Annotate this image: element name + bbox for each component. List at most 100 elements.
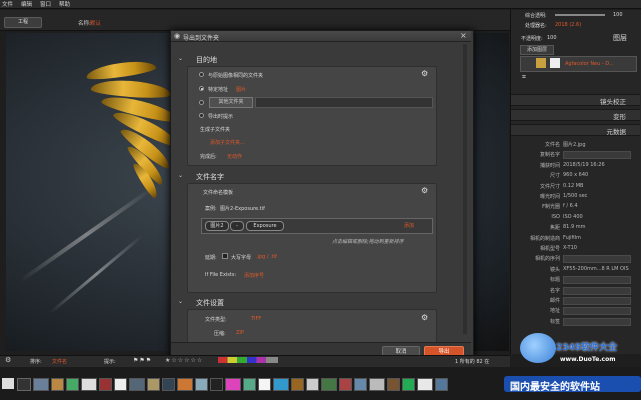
name-dropdown[interactable]: 默认 xyxy=(90,19,101,27)
token-filename[interactable]: 图片2 xyxy=(205,221,229,231)
filmstrip-thumbnail[interactable] xyxy=(273,378,289,391)
metadata-value[interactable]: Fujifilm xyxy=(563,235,581,241)
metadata-label: ISO xyxy=(551,213,560,220)
metadata-value[interactable]: 1/500 sec xyxy=(563,193,587,199)
metadata-header[interactable]: 元数据 xyxy=(511,124,640,136)
menu-help[interactable]: 帮助 xyxy=(59,0,70,8)
metadata-value[interactable] xyxy=(563,286,631,295)
destination-title: 目的地 xyxy=(196,56,217,64)
filmstrip-thumbnail[interactable] xyxy=(435,378,448,391)
metadata-value[interactable]: XF55-200mm...8 R LM OIS xyxy=(563,266,629,272)
filmstrip-thumbnail[interactable] xyxy=(210,378,223,391)
process-dropdown[interactable]: 2018 (2.6) xyxy=(555,22,581,28)
filmstrip-thumbnail[interactable] xyxy=(51,378,64,391)
gear-icon[interactable]: ⚙ xyxy=(421,70,428,78)
thumbnail-size-icon[interactable] xyxy=(2,378,14,389)
flag-icons[interactable]: ⚑⚑⚑ xyxy=(133,357,152,364)
radio-ask[interactable] xyxy=(199,113,204,118)
metadata-value[interactable]: f / 6.4 xyxy=(563,203,578,209)
filmstrip-thumbnail[interactable] xyxy=(147,378,160,391)
crop-icon[interactable]: ⌗ xyxy=(522,73,526,82)
metadata-value[interactable] xyxy=(563,255,631,264)
radio-same-folder[interactable] xyxy=(199,72,204,77)
menu-file[interactable]: 文件 xyxy=(2,0,13,8)
filmstrip-thumbnail[interactable] xyxy=(177,378,193,391)
token-exposure[interactable]: Exposure xyxy=(246,221,284,231)
dialog-scrollbar[interactable] xyxy=(463,44,467,334)
filmstrip-thumbnail[interactable] xyxy=(66,378,79,391)
close-icon[interactable]: × xyxy=(460,31,467,40)
filmstrip-thumbnail[interactable] xyxy=(258,378,271,391)
menu-edit[interactable]: 编辑 xyxy=(21,0,32,8)
chevron-down-icon[interactable]: ⌄ xyxy=(178,172,183,179)
after-dropdown[interactable]: 无动作 xyxy=(227,153,242,160)
gear-icon[interactable]: ⚙ xyxy=(421,187,428,195)
chevron-down-icon[interactable]: ⌄ xyxy=(178,298,183,305)
add-subfolder-link[interactable]: 添加子文件夹... xyxy=(210,139,245,146)
grid-view-icon[interactable] xyxy=(17,378,31,391)
metadata-value[interactable] xyxy=(563,297,631,305)
file-type-dropdown[interactable]: TIFF xyxy=(251,316,261,322)
metadata-label: 镜头 xyxy=(549,266,560,273)
specific-label: 特定地址 xyxy=(208,87,229,93)
filmstrip-thumbnail[interactable] xyxy=(33,378,49,391)
opacity-value: 100 xyxy=(613,12,623,18)
sort-dropdown[interactable]: 文件名 xyxy=(52,358,67,365)
metadata-label: 复制名字 xyxy=(539,152,560,159)
specific-dropdown[interactable]: 图片 xyxy=(236,86,246,93)
filmstrip-thumbnail[interactable] xyxy=(369,378,385,391)
filmstrip-thumbnail[interactable] xyxy=(114,378,127,391)
metadata-value[interactable]: ISO 400 xyxy=(563,214,583,220)
filmstrip-thumbnail[interactable] xyxy=(243,378,256,391)
uppercase-checkbox[interactable] xyxy=(222,253,228,259)
metadata-label: 名字 xyxy=(549,287,560,294)
opacity-slider[interactable] xyxy=(555,14,605,16)
file-exists-dropdown[interactable]: 添加序号 xyxy=(244,272,264,279)
filmstrip-thumbnail[interactable] xyxy=(417,378,433,391)
metadata-value[interactable]: 960 x 640 xyxy=(563,172,588,178)
filmstrip-thumbnail[interactable] xyxy=(225,378,241,391)
filmstrip-thumbnail[interactable] xyxy=(162,378,175,391)
metadata-value[interactable]: X-T10 xyxy=(563,245,577,251)
add-token-dropdown[interactable]: 添加 xyxy=(404,222,414,229)
filmstrip-thumbnail[interactable] xyxy=(129,378,145,391)
radio-specific[interactable] xyxy=(199,86,204,91)
gear-icon[interactable]: ⚙ xyxy=(5,356,11,364)
chevron-down-icon[interactable]: ⌄ xyxy=(178,55,183,62)
filmstrip-thumbnail[interactable] xyxy=(99,378,112,391)
metadata-label: 尺寸 xyxy=(549,173,560,180)
project-button[interactable]: 工程 xyxy=(4,17,42,28)
filmstrip-thumbnail[interactable] xyxy=(81,378,97,391)
filmstrip-thumbnail[interactable] xyxy=(321,378,337,391)
filmstrip-thumbnail[interactable] xyxy=(402,378,415,391)
metadata-label: 相机的制造商 xyxy=(529,235,560,242)
filmstrip-thumbnail[interactable] xyxy=(339,378,352,391)
metadata-value[interactable]: 2018/5/19 16:26 xyxy=(563,162,605,168)
metadata-value[interactable]: 0.12 MB xyxy=(563,183,583,189)
filmstrip-thumbnail[interactable] xyxy=(354,378,367,391)
filmstrip-thumbnail[interactable] xyxy=(195,378,208,391)
metadata-value[interactable] xyxy=(563,151,631,160)
filmstrip-thumbnail[interactable] xyxy=(306,378,319,391)
metadata-value[interactable] xyxy=(563,276,631,285)
folder-path-input[interactable] xyxy=(255,97,433,108)
subfolder-label: 生成子文件夹 xyxy=(200,127,231,133)
filmstrip-thumbnail[interactable] xyxy=(291,378,304,391)
compression-dropdown[interactable]: ZIP xyxy=(236,330,244,336)
extension-dropdown[interactable]: .jpg / .tif xyxy=(256,254,277,260)
filmstrip-thumbnail[interactable] xyxy=(387,378,400,391)
radio-other[interactable] xyxy=(199,100,204,105)
gear-icon[interactable]: ⚙ xyxy=(421,314,428,322)
color-label-filters[interactable] xyxy=(218,357,278,363)
menu-window[interactable]: 窗口 xyxy=(40,0,51,8)
transform-header[interactable]: 变形 xyxy=(511,109,640,121)
other-folder-button[interactable]: 其他文件夹 xyxy=(209,97,253,108)
metadata-value[interactable]: 图片2.jpg xyxy=(563,141,586,148)
metadata-value[interactable]: 81.9 mm xyxy=(563,224,585,230)
add-layer-button[interactable]: 添加图层 xyxy=(520,45,554,55)
metadata-value[interactable] xyxy=(563,317,631,326)
token-dash[interactable]: - xyxy=(230,221,244,231)
star-rating-icons[interactable]: ★☆☆☆☆☆ xyxy=(165,357,203,364)
metadata-value[interactable] xyxy=(563,307,631,316)
lens-correction-header[interactable]: 镜头校正 xyxy=(511,94,640,106)
